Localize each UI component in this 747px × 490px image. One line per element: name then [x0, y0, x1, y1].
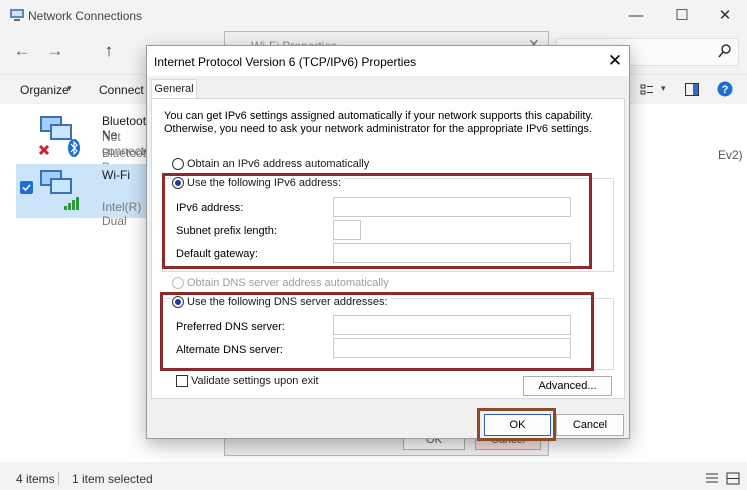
wifi-network-icon — [40, 170, 79, 210]
use-following-dns-radio[interactable]: Use the following DNS server addresses: — [172, 296, 391, 310]
background-device-label: Ev2) — [718, 148, 743, 162]
search-icon[interactable] — [717, 43, 733, 59]
maximize-button[interactable]: ☐ — [672, 6, 692, 26]
close-icon[interactable]: ✕ — [605, 51, 625, 71]
details-view-icon[interactable] — [705, 472, 719, 485]
selection-count: 1 item selected — [72, 472, 153, 486]
default-gateway-label: Default gateway: — [176, 248, 258, 260]
list-item[interactable]: Wi-Fi Intel(R) Dual — [16, 164, 146, 228]
preferred-dns-field[interactable] — [333, 315, 571, 335]
close-window-button[interactable]: ✕ — [715, 6, 735, 26]
bluetooth-network-icon — [38, 116, 80, 157]
subnet-prefix-field[interactable] — [333, 220, 361, 240]
connection-name: Wi-Fi — [102, 168, 130, 182]
connection-device: Intel(R) Dual — [102, 200, 142, 228]
status-divider — [58, 472, 59, 485]
window-title: Network Connections — [28, 9, 143, 23]
radio-icon[interactable] — [172, 296, 184, 309]
info-line-2: Otherwise, you need to ask your network … — [164, 123, 592, 135]
use-following-ipv6-radio[interactable]: Use the following IPv6 address: — [172, 177, 345, 191]
window-titlebar: Network Connections — ☐ ✕ — [0, 0, 747, 32]
ok-button[interactable]: OK — [484, 414, 551, 436]
status-bar: 4 items 1 item selected — [0, 468, 747, 490]
info-text: You can get IPv6 settings assigned autom… — [164, 110, 604, 136]
radio-icon[interactable] — [172, 158, 184, 171]
preview-pane-icon[interactable] — [685, 83, 699, 96]
alternate-dns-field[interactable] — [333, 338, 571, 358]
obtain-dns-auto-radio[interactable]: Obtain DNS server address automatically — [172, 277, 389, 291]
chevron-down-icon[interactable]: ▾ — [67, 83, 72, 94]
cancel-button[interactable]: Cancel — [556, 414, 624, 436]
ipv6-properties-dialog: Internet Protocol Version 6 (TCP/IPv6) P… — [146, 45, 630, 441]
item-count: 4 items — [16, 472, 55, 486]
dialog-title: Internet Protocol Version 6 (TCP/IPv6) P… — [154, 55, 417, 69]
radio-icon[interactable] — [172, 277, 184, 290]
dialog-titlebar: Internet Protocol Version 6 (TCP/IPv6) P… — [147, 46, 629, 76]
radio-icon[interactable] — [172, 177, 184, 190]
tiles-view-icon[interactable] — [726, 472, 740, 485]
preferred-dns-label: Preferred DNS server: — [176, 321, 285, 333]
obtain-ipv6-auto-radio[interactable]: Obtain an IPv6 address automatically — [172, 158, 369, 172]
svg-text:?: ? — [722, 84, 729, 96]
checkbox-icon[interactable] — [176, 375, 188, 388]
network-folder-icon — [10, 9, 24, 21]
alternate-dns-label: Alternate DNS server: — [176, 344, 283, 356]
general-panel: You can get IPv6 settings assigned autom… — [151, 98, 625, 399]
checkmark-icon — [22, 184, 31, 192]
view-chevron-icon[interactable]: ▾ — [661, 83, 666, 94]
up-arrow-icon[interactable]: ↑ — [99, 41, 119, 61]
validate-settings-checkbox[interactable]: Validate settings upon exit — [176, 375, 319, 389]
list-item[interactable]: Bluetooth Ne Not connecte Bluetooth De — [16, 108, 153, 174]
organize-button[interactable]: Organize — [20, 83, 69, 97]
tab-general[interactable]: General — [151, 79, 197, 99]
info-line-1: You can get IPv6 settings assigned autom… — [164, 110, 594, 122]
help-icon[interactable]: ? — [717, 81, 733, 97]
advanced-button[interactable]: Advanced... — [523, 376, 612, 396]
ipv6-address-field[interactable] — [333, 197, 571, 217]
view-options-icon[interactable] — [640, 83, 654, 97]
subnet-prefix-label: Subnet prefix length: — [176, 225, 277, 237]
forward-arrow-icon[interactable]: → — [45, 41, 65, 61]
ipv6-address-label: IPv6 address: — [176, 202, 244, 214]
back-arrow-icon[interactable]: ← — [12, 41, 32, 61]
default-gateway-field[interactable] — [333, 243, 571, 263]
minimize-button[interactable]: — — [626, 6, 646, 26]
selection-checkbox[interactable] — [20, 181, 33, 194]
